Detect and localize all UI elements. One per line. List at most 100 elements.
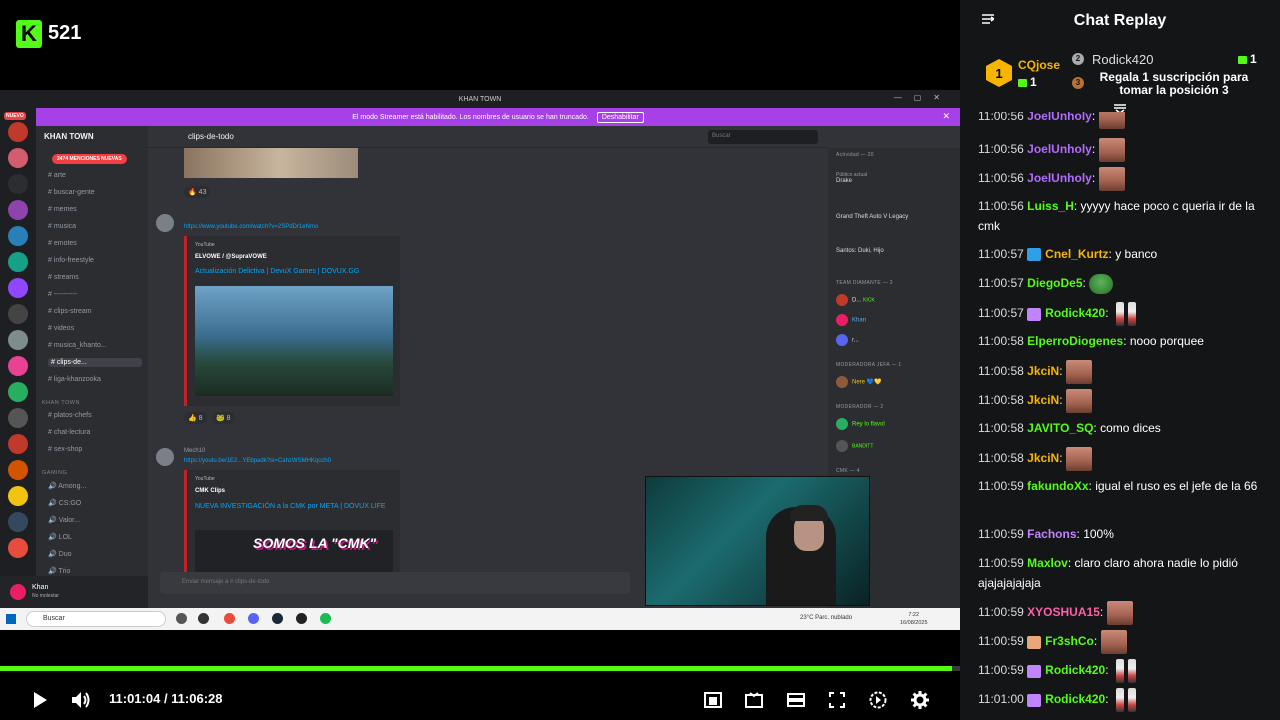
message-link: https://youtu.be/1E2...YEbpadk?si=CahzWS…: [184, 458, 331, 464]
theater-icon: [745, 692, 763, 708]
seek-bar[interactable]: [0, 666, 960, 671]
emote-icon: [1065, 360, 1092, 384]
chat-username[interactable]: JoelUnholy: [1027, 112, 1092, 123]
channel-header-name: clips-de-todo: [188, 132, 234, 141]
embed-source: YouTube: [195, 476, 215, 482]
voice-channel: 🔊 CS:GO: [48, 500, 82, 507]
server-icon: [8, 356, 28, 376]
message-timestamp: 11:00:59: [978, 527, 1024, 541]
gift-leaderboard: 1 CQjose 1 2 Rodick420 1 3 Regala 1 susc…: [976, 45, 1272, 105]
nuevo-badge: NUEVO: [4, 112, 26, 120]
server-icon: [8, 330, 28, 350]
message-timestamp: 11:00:57: [978, 306, 1024, 321]
message-timestamp: 11:00:58: [978, 451, 1024, 466]
chat-username[interactable]: fakundoXx: [1027, 479, 1088, 493]
task-view-icon: [176, 613, 187, 624]
rank-1-badge: 1: [986, 59, 1012, 87]
channel-item: # buscar-gente: [48, 189, 95, 196]
reaction: 👍 8: [184, 412, 207, 424]
server-name: KHAN TOWN: [44, 132, 94, 141]
app-root: K 521 KHAN TOWN —▢✕ El modo Streamer est…: [0, 0, 1280, 720]
settings-button[interactable]: [908, 688, 932, 712]
member-item: Público actual Drake: [836, 172, 868, 184]
chat-username[interactable]: Rodick420: [1045, 306, 1105, 320]
voice-channel: 🔊 Among...: [48, 483, 87, 490]
video-thumbnail: [195, 286, 393, 396]
playback-speed-button[interactable]: [866, 688, 890, 712]
emote-icon: [1098, 167, 1125, 191]
chat-username[interactable]: Rodick420: [1045, 692, 1105, 706]
message-timestamp: 11:00:57: [978, 247, 1024, 261]
volume-icon: [72, 692, 90, 708]
message-timestamp: 11:00:59: [978, 663, 1024, 678]
fullscreen-button[interactable]: [825, 688, 849, 712]
message-timestamp: 11:00:58: [978, 393, 1024, 408]
disable-streamer-button: Deshabilitar: [596, 111, 644, 123]
chat-username[interactable]: Rodick420: [1045, 663, 1105, 677]
server-icon: [8, 382, 28, 402]
viewer-count: 521: [48, 22, 82, 44]
emote-icon: [1100, 630, 1127, 654]
chat-username[interactable]: JkciN: [1027, 364, 1059, 378]
stream-frame: KHAN TOWN —▢✕ El modo Streamer está habi…: [0, 90, 960, 630]
chat-message: 11:00:56 JoelUnholy:: [978, 167, 1270, 191]
pip-button[interactable]: [784, 688, 808, 712]
emote-icon: [1106, 601, 1133, 625]
gear-icon: [911, 691, 929, 709]
chat-username[interactable]: Cnel_Kurtz: [1045, 247, 1108, 261]
volume-button[interactable]: [69, 688, 93, 712]
chat-message: 11:00:58 JAVITO_SQ: como dices: [978, 418, 1270, 438]
server-icon: [8, 304, 28, 324]
channel-item: # videos: [48, 325, 75, 332]
chat-message: 11:00:57 DiegoDe5:: [978, 273, 1270, 294]
rank-1-count: 1: [1018, 75, 1037, 89]
windows-start-icon: [6, 614, 16, 624]
chat-message: 11:00:58 JkciN:: [978, 447, 1270, 471]
chat-username[interactable]: JoelUnholy: [1027, 171, 1092, 185]
server-icon: [8, 174, 28, 194]
member-item: Nere 💙💛: [836, 376, 882, 388]
server-icon: [8, 252, 28, 272]
discord-window-title: KHAN TOWN —▢✕: [0, 90, 960, 108]
chat-username[interactable]: JoelUnholy: [1027, 142, 1092, 156]
username-separator: :: [1073, 199, 1081, 213]
chat-username[interactable]: ElperroDiogenes: [1027, 334, 1123, 348]
username-separator: :: [1067, 556, 1075, 570]
kick-logo[interactable]: K: [16, 20, 42, 48]
play-button[interactable]: [28, 688, 52, 712]
chat-username[interactable]: XYOSHUA15: [1027, 605, 1100, 619]
chat-message: 11:01:00 Rodick420:: [978, 688, 1270, 712]
chat-username[interactable]: JAVITO_SQ: [1027, 421, 1093, 435]
chat-username[interactable]: DiegoDe5: [1027, 276, 1082, 290]
chat-username[interactable]: Fr3shCo: [1045, 634, 1094, 648]
avatar: [156, 448, 174, 466]
chat-message: 11:00:57 Rodick420:: [978, 302, 1270, 326]
voice-channel: 🔊 Trio: [48, 568, 71, 575]
chat-username[interactable]: Fachons: [1027, 527, 1076, 541]
user-badge-icon: [1027, 248, 1042, 262]
member-item: Grand Theft Auto V Legacy: [836, 214, 909, 220]
theater-button[interactable]: [742, 688, 766, 712]
username-separator: :: [1059, 393, 1066, 408]
channel-item: # liga-khanzooka: [48, 376, 101, 383]
user-badge-icon: [1027, 307, 1042, 321]
window-controls: —▢✕: [893, 93, 952, 102]
chat-username[interactable]: Luiss_H: [1027, 199, 1074, 213]
message-timestamp: 11:00:58: [978, 334, 1024, 348]
player-controls: 11:01:04 / 11:06:28: [0, 680, 960, 720]
image-attachment: [184, 148, 358, 178]
username-separator: :: [1123, 334, 1130, 348]
chat-username[interactable]: JkciN: [1027, 451, 1059, 465]
chat-message: 11:00:59 Fr3shCo:: [978, 630, 1270, 654]
miniplayer-button[interactable]: [701, 688, 725, 712]
chat-username[interactable]: Maxlov: [1027, 556, 1068, 570]
video-player[interactable]: K 521 KHAN TOWN —▢✕ El modo Streamer est…: [0, 0, 960, 720]
message-text: igual el ruso es el jefe de la 66: [1095, 479, 1258, 493]
embed-author: ELVOWE / @SupraVOWE: [195, 254, 267, 260]
member-item: BANDITT: [836, 440, 873, 452]
chat-header: Chat Replay: [960, 0, 1280, 42]
play-icon: [34, 692, 47, 708]
channel-item: # musica_khanto...: [48, 342, 107, 349]
chat-username[interactable]: JkciN: [1027, 393, 1059, 407]
message-timestamp: 11:00:56: [978, 142, 1024, 157]
